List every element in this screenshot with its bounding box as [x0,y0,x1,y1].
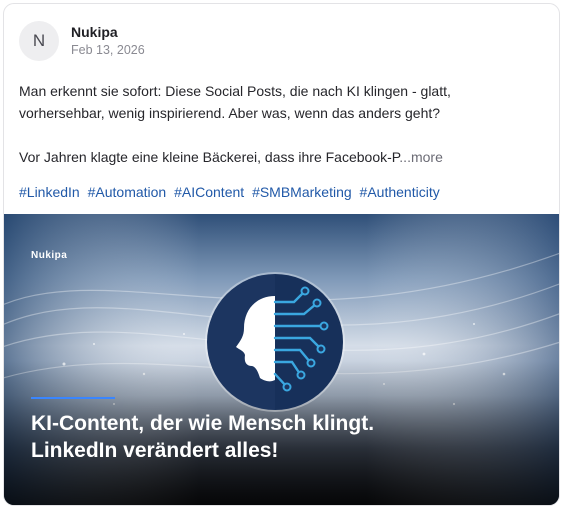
ai-head-circuit-icon [205,272,345,412]
image-headline-line-1: KI-Content, der wie Mensch klingt. [31,412,375,435]
image-brand-logo: Nukipa [31,250,68,261]
hashtag-authenticity[interactable]: #Authenticity [360,184,440,200]
post-date: Feb 13, 2026 [71,43,145,57]
hashtag-aicontent[interactable]: #AIContent [174,184,244,200]
post-paragraph-2-text: Vor Jahren klagte eine kleine Bäckerei, … [19,149,400,165]
accent-line [31,397,115,399]
image-headline-line-2: LinkedIn verändert alles! [31,439,279,462]
more-link[interactable]: ...more [399,149,443,165]
avatar[interactable]: N [19,21,59,61]
hashtag-smbmarketing[interactable]: #SMBMarketing [252,184,352,200]
hashtag-linkedin[interactable]: #LinkedIn [19,184,80,200]
hashtag-automation[interactable]: #Automation [88,184,167,200]
image-headline: KI-Content, der wie Mensch klingt. Linke… [31,410,531,464]
post-card: N Nukipa Feb 13, 2026 Man erkennt sie so… [3,3,560,506]
post-text: Man erkennt sie sofort: Diese Social Pos… [19,80,539,168]
author-name[interactable]: Nukipa [71,24,118,40]
hashtag-list: #LinkedIn #Automation #AIContent #SMBMar… [19,184,444,200]
post-paragraph-2: Vor Jahren klagte eine kleine Bäckerei, … [19,146,539,168]
post-paragraph-1: Man erkennt sie sofort: Diese Social Pos… [19,83,451,121]
post-image[interactable]: Nukipa KI-Content, der wie Mensch klingt… [4,214,559,505]
